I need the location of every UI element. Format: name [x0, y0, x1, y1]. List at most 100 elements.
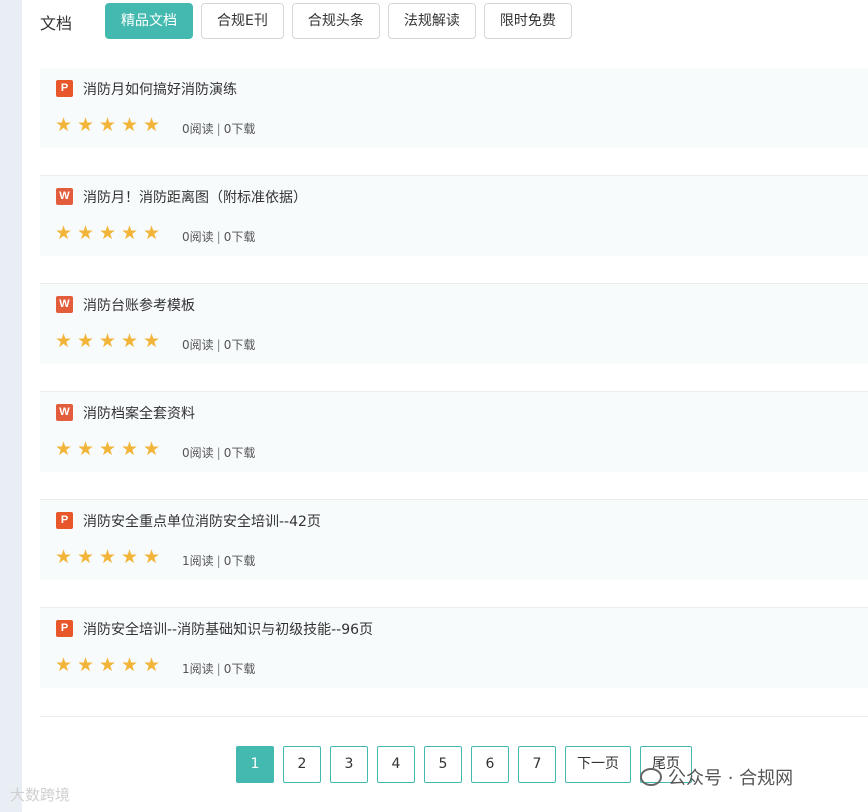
- doc-title[interactable]: 消防档案全套资料: [83, 403, 195, 423]
- pagination: 1 2 3 4 5 6 7 下一页 尾页: [236, 746, 692, 783]
- word-icon: W: [56, 404, 73, 421]
- divider: [40, 716, 868, 717]
- rating-stars: ★ ★ ★ ★ ★: [55, 656, 162, 675]
- tab-regulation-interpretation[interactable]: 法规解读: [387, 3, 476, 39]
- rating-stars: ★ ★ ★ ★ ★: [55, 332, 162, 351]
- list-item[interactable]: W 消防台账参考模板 ★ ★ ★ ★ ★ 0阅读 | 0下载: [40, 284, 868, 392]
- star-icon: ★: [143, 114, 161, 136]
- star-icon: ★: [143, 546, 161, 568]
- rating-stars: ★ ★ ★ ★ ★: [55, 440, 162, 459]
- page-button-3[interactable]: 3: [330, 746, 368, 783]
- star-icon: ★: [55, 438, 73, 460]
- tab-compliance-headlines[interactable]: 合规头条: [291, 3, 380, 39]
- star-icon: ★: [77, 114, 95, 136]
- list-item[interactable]: W 消防月！消防距离图（附标准依据） ★ ★ ★ ★ ★ 0阅读 | 0下载: [40, 176, 868, 284]
- doc-stats: 1阅读 | 0下载: [182, 660, 255, 677]
- star-icon: ★: [99, 654, 117, 676]
- rating-stars: ★ ★ ★ ★ ★: [55, 224, 162, 243]
- section-title: 文档: [40, 14, 73, 33]
- star-icon: ★: [143, 222, 161, 244]
- wechat-badge: 公众号 · 合规网: [640, 764, 793, 790]
- star-icon: ★: [121, 222, 139, 244]
- doc-title[interactable]: 消防月如何搞好消防演练: [83, 79, 237, 99]
- stat-separator: |: [216, 554, 221, 568]
- star-icon: ★: [99, 330, 117, 352]
- read-count: 1阅读: [182, 662, 214, 676]
- doc-header: 文档 精品文档 合规E刊 合规头条 法规解读 限时免费: [22, 0, 868, 48]
- star-icon: ★: [55, 654, 73, 676]
- wechat-icon: [640, 768, 662, 786]
- star-icon: ★: [121, 438, 139, 460]
- doc-stats: 1阅读 | 0下载: [182, 552, 255, 569]
- ppt-icon: P: [56, 80, 73, 97]
- doc-title[interactable]: 消防安全培训--消防基础知识与初级技能--96页: [83, 619, 373, 639]
- star-icon: ★: [99, 114, 117, 136]
- star-icon: ★: [55, 222, 73, 244]
- read-count: 0阅读: [182, 230, 214, 244]
- ppt-icon: P: [56, 620, 73, 637]
- tab-limited-free[interactable]: 限时免费: [483, 3, 572, 39]
- star-icon: ★: [55, 330, 73, 352]
- star-icon: ★: [55, 546, 73, 568]
- download-count: 0下载: [223, 662, 256, 676]
- word-icon: W: [56, 188, 73, 205]
- category-tabs: 精品文档 合规E刊 合规头条 法规解读 限时免费: [105, 3, 572, 39]
- star-icon: ★: [143, 438, 161, 460]
- download-count: 0下载: [223, 122, 256, 136]
- word-icon: W: [56, 296, 73, 313]
- stat-separator: |: [216, 338, 221, 352]
- stat-separator: |: [216, 446, 221, 460]
- doc-stats: 0阅读 | 0下载: [182, 228, 255, 245]
- star-icon: ★: [77, 222, 95, 244]
- stat-separator: |: [216, 662, 221, 676]
- list-item[interactable]: P 消防月如何搞好消防演练 ★ ★ ★ ★ ★ 0阅读 | 0下载: [40, 68, 868, 176]
- left-sidebar-strip: [0, 0, 22, 812]
- read-count: 0阅读: [182, 122, 214, 136]
- read-count: 0阅读: [182, 446, 214, 460]
- read-count: 0阅读: [182, 338, 214, 352]
- star-icon: ★: [143, 654, 161, 676]
- doc-stats: 0阅读 | 0下载: [182, 336, 255, 353]
- download-count: 0下载: [223, 230, 256, 244]
- star-icon: ★: [121, 654, 139, 676]
- list-item[interactable]: P 消防安全培训--消防基础知识与初级技能--96页 ★ ★ ★ ★ ★ 1阅读 | 0下载: [40, 608, 868, 716]
- page-button-5[interactable]: 5: [424, 746, 462, 783]
- rating-stars: ★ ★ ★ ★ ★: [55, 116, 162, 135]
- rating-stars: ★ ★ ★ ★ ★: [55, 548, 162, 567]
- page-button-4[interactable]: 4: [377, 746, 415, 783]
- stat-separator: |: [216, 122, 221, 136]
- download-count: 0下载: [223, 554, 256, 568]
- page-button-2[interactable]: 2: [283, 746, 321, 783]
- star-icon: ★: [121, 114, 139, 136]
- ppt-icon: P: [56, 512, 73, 529]
- download-count: 0下载: [223, 338, 256, 352]
- star-icon: ★: [99, 222, 117, 244]
- doc-stats: 0阅读 | 0下载: [182, 120, 255, 137]
- page-button-1[interactable]: 1: [236, 746, 274, 783]
- stat-separator: |: [216, 230, 221, 244]
- document-list: P 消防月如何搞好消防演练 ★ ★ ★ ★ ★ 0阅读 | 0下载 W 消防月！消防距离图（…: [40, 68, 868, 716]
- tab-compliance-ejournal[interactable]: 合规E刊: [201, 3, 284, 39]
- star-icon: ★: [55, 114, 73, 136]
- list-item[interactable]: W 消防档案全套资料 ★ ★ ★ ★ ★ 0阅读 | 0下载: [40, 392, 868, 500]
- star-icon: ★: [99, 546, 117, 568]
- download-count: 0下载: [223, 446, 256, 460]
- page-button-6[interactable]: 6: [471, 746, 509, 783]
- list-item[interactable]: P 消防安全重点单位消防安全培训--42页 ★ ★ ★ ★ ★ 1阅读 | 0下载: [40, 500, 868, 608]
- page-button-7[interactable]: 7: [518, 746, 556, 783]
- doc-title[interactable]: 消防安全重点单位消防安全培训--42页: [83, 511, 321, 531]
- star-icon: ★: [121, 330, 139, 352]
- doc-title[interactable]: 消防月！消防距离图（附标准依据）: [83, 187, 307, 207]
- doc-stats: 0阅读 | 0下载: [182, 444, 255, 461]
- next-page-button[interactable]: 下一页: [565, 746, 631, 783]
- star-icon: ★: [121, 546, 139, 568]
- wechat-account-label: 公众号 · 合规网: [668, 768, 794, 789]
- star-icon: ★: [77, 546, 95, 568]
- star-icon: ★: [99, 438, 117, 460]
- watermark: 大数跨境: [10, 786, 71, 804]
- doc-title[interactable]: 消防台账参考模板: [83, 295, 195, 315]
- star-icon: ★: [77, 330, 95, 352]
- tab-premium-docs[interactable]: 精品文档: [105, 3, 193, 39]
- star-icon: ★: [77, 438, 95, 460]
- read-count: 1阅读: [182, 554, 214, 568]
